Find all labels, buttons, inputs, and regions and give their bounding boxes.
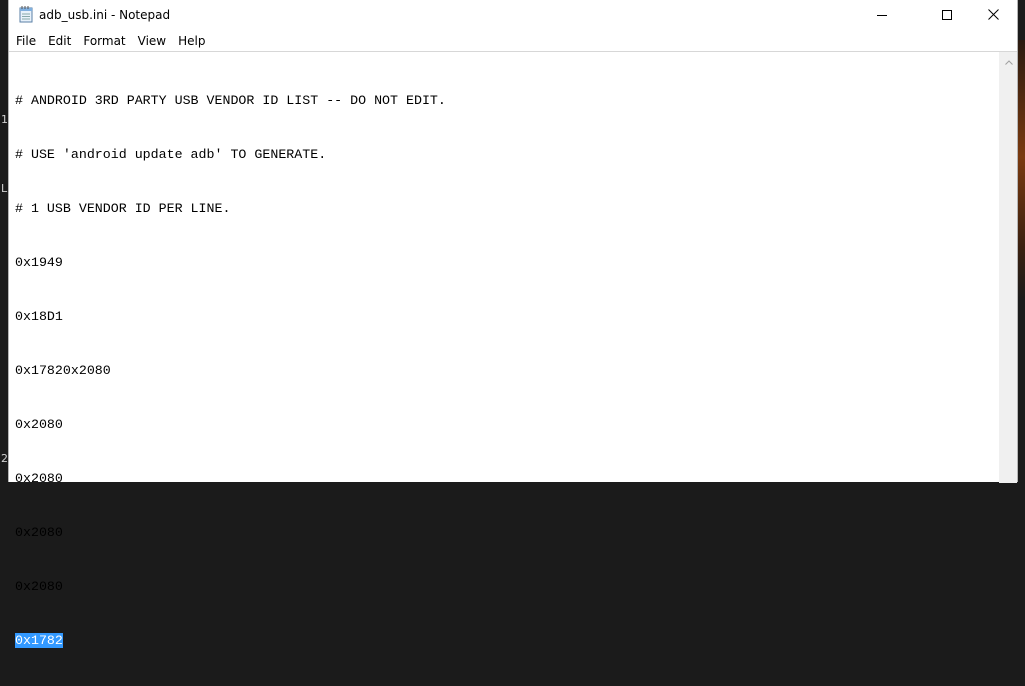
menu-view[interactable]: View xyxy=(138,34,172,48)
line-text: 0x1949 xyxy=(15,255,63,270)
desktop-edge-text: 2 xyxy=(1,452,8,465)
line-text: # 1 USB VENDOR ID PER LINE. xyxy=(15,201,231,216)
desktop-edge-text: L xyxy=(1,182,8,195)
text-editor[interactable]: # ANDROID 3RD PARTY USB VENDOR ID LIST -… xyxy=(9,51,1017,648)
line-text: 0x18D1 xyxy=(15,309,63,324)
editor-line: 0x17820x2080 xyxy=(15,362,997,380)
close-icon xyxy=(988,7,999,25)
editor-text-area[interactable]: # ANDROID 3RD PARTY USB VENDOR ID LIST -… xyxy=(15,56,997,648)
editor-line: 0x2080 xyxy=(15,524,997,542)
menu-edit[interactable]: Edit xyxy=(48,34,77,48)
editor-line: 0x2080 xyxy=(15,416,997,434)
minimize-button[interactable] xyxy=(859,0,904,31)
editor-line: # ANDROID 3RD PARTY USB VENDOR ID LIST -… xyxy=(15,92,997,110)
editor-line: 0x18D1 xyxy=(15,308,997,326)
window-title: adb_usb.ini - Notepad xyxy=(39,8,171,22)
maximize-button[interactable] xyxy=(924,0,969,31)
vertical-scrollbar[interactable] xyxy=(999,52,1017,483)
desktop-edge-text: 1 xyxy=(1,113,8,126)
editor-line: 0x1949 xyxy=(15,254,997,272)
minimize-icon xyxy=(876,7,887,25)
close-button[interactable] xyxy=(971,0,1016,31)
scroll-up-button[interactable] xyxy=(1000,52,1017,69)
editor-line: 0x2080 xyxy=(15,578,997,596)
menu-file[interactable]: File xyxy=(16,34,42,48)
line-text: 0x2080 xyxy=(15,471,63,486)
menu-format[interactable]: Format xyxy=(83,34,131,48)
selected-text[interactable]: 0x1782 xyxy=(15,633,63,648)
editor-line: 0x1782 xyxy=(15,632,997,650)
editor-line: # 1 USB VENDOR ID PER LINE. xyxy=(15,200,997,218)
line-text: 0x2080 xyxy=(15,579,63,594)
line-text: 0x2080 xyxy=(15,525,63,540)
maximize-icon xyxy=(941,7,952,25)
line-text: 0x17820x2080 xyxy=(15,363,111,378)
editor-line: 0x2080 xyxy=(15,470,997,488)
chevron-up-icon xyxy=(1004,52,1013,70)
line-text: # ANDROID 3RD PARTY USB VENDOR ID LIST -… xyxy=(15,93,446,108)
line-text: # USE 'android update adb' TO GENERATE. xyxy=(15,147,327,162)
menu-help[interactable]: Help xyxy=(178,34,211,48)
line-text: 0x2080 xyxy=(15,417,63,432)
title-bar[interactable]: adb_usb.ini - Notepad xyxy=(9,0,1017,31)
editor-line: # USE 'android update adb' TO GENERATE. xyxy=(15,146,997,164)
notepad-icon[interactable] xyxy=(19,6,33,23)
notepad-window: adb_usb.ini - Notepad File Edit Format V… xyxy=(8,0,1018,648)
menu-bar: File Edit Format View Help xyxy=(9,31,1017,51)
